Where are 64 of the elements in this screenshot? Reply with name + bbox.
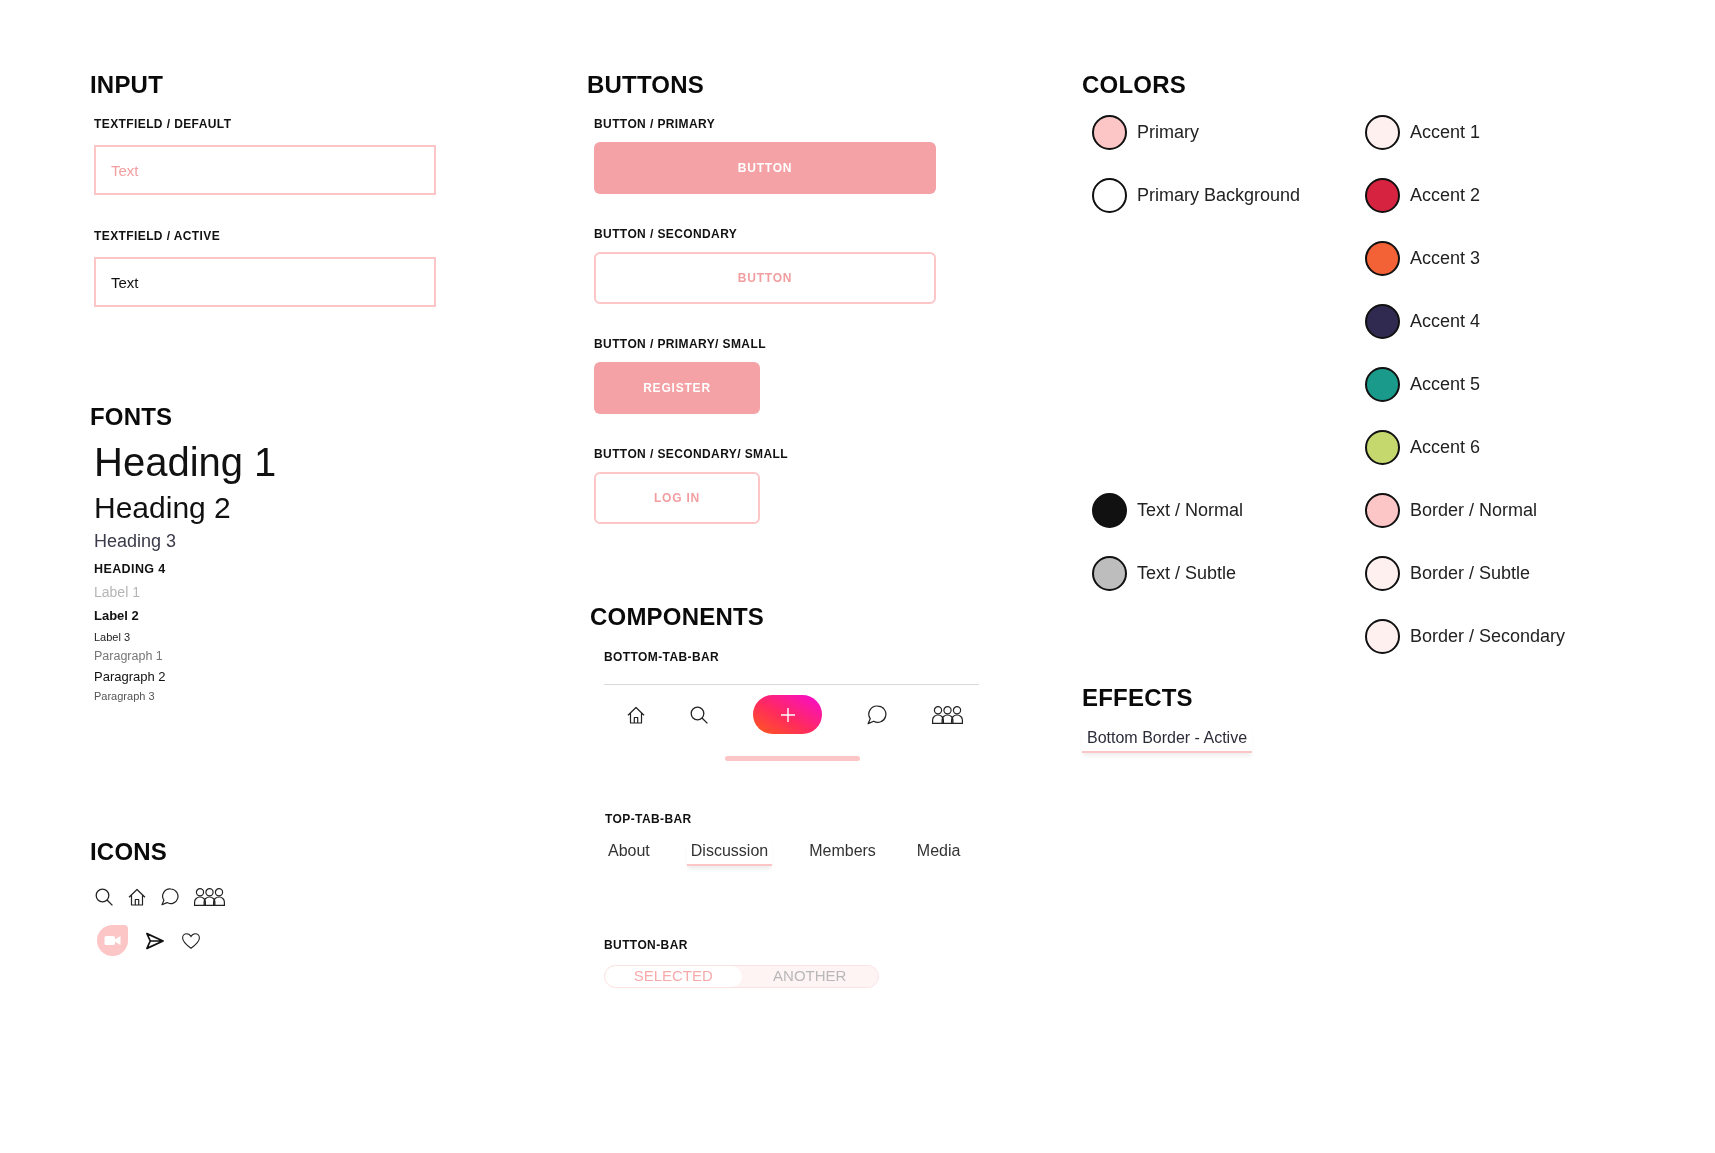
swatch-label: Accent 5 (1410, 374, 1481, 395)
search-icon (95, 888, 113, 906)
plus-icon (780, 707, 795, 722)
component-caption: BUTTON-BAR (604, 937, 688, 953)
send-icon (146, 931, 164, 950)
tab[interactable]: Discussion (686, 841, 773, 866)
section-title: EFFECTS (1082, 684, 1193, 712)
speech-bubble-icon (161, 888, 179, 906)
font-sample: Heading 3 (94, 530, 177, 552)
secondary-button[interactable]: LOG IN (594, 472, 760, 524)
field-caption: TEXTFIELD / DEFAULT (94, 116, 233, 132)
text-field[interactable]: Text (94, 145, 436, 195)
font-sample: Label 1 (94, 583, 140, 602)
section-title: COLORS (1082, 71, 1186, 99)
button-caption: BUTTON / SECONDARY (594, 226, 739, 242)
font-sample: HEADING 4 (94, 561, 166, 578)
component-caption: BOTTOM-TAB-BAR (604, 649, 720, 665)
primary-button[interactable]: REGISTER (594, 362, 760, 414)
swatch-label: Border / Secondary (1410, 626, 1566, 647)
section-title: INPUT (90, 71, 163, 99)
heart-icon (182, 931, 200, 950)
font-sample: Paragraph 2 (94, 668, 166, 686)
swatch-label: Accent 6 (1410, 437, 1481, 458)
font-sample: Label 3 (94, 630, 131, 645)
component-caption: TOP-TAB-BAR (605, 811, 692, 827)
home-icon (128, 888, 146, 906)
button-caption: BUTTON / PRIMARY (594, 116, 717, 132)
swatch-label: Accent 1 (1410, 122, 1481, 143)
font-sample: Heading 1 (94, 439, 277, 486)
swatch-label: Accent 4 (1410, 311, 1481, 332)
primary-button[interactable]: BUTTON (594, 142, 936, 194)
swatch-label: Accent 2 (1410, 185, 1481, 206)
font-sample: Paragraph 1 (94, 648, 163, 665)
segment[interactable]: SELECTED (605, 966, 742, 987)
swatch-label: Accent 3 (1410, 248, 1481, 269)
search-icon[interactable] (690, 705, 708, 724)
secondary-button[interactable]: BUTTON (594, 252, 936, 304)
tab[interactable]: Members (805, 841, 880, 866)
button-caption: BUTTON / PRIMARY/ SMALL (594, 336, 767, 352)
people-icon[interactable] (932, 705, 963, 724)
section-title: COMPONENTS (590, 603, 764, 631)
swatch-label: Border / Normal (1410, 500, 1538, 521)
swatch-label: Primary (1137, 122, 1199, 143)
video-camera-icon (97, 925, 128, 956)
home-icon[interactable] (627, 705, 645, 724)
font-sample: Heading 2 (94, 490, 231, 526)
tab[interactable]: Media (912, 841, 965, 866)
section-title: ICONS (90, 838, 167, 866)
field-caption: TEXTFIELD / ACTIVE (94, 228, 222, 244)
font-sample: Label 2 (94, 607, 139, 625)
swatch-label: Border / Subtle (1410, 563, 1531, 584)
tab[interactable]: About (604, 841, 654, 866)
swatch-label: Text / Normal (1137, 500, 1244, 521)
speech-bubble-icon[interactable] (867, 704, 887, 725)
swatch-label: Primary Background (1137, 185, 1301, 206)
font-sample: Paragraph 3 (94, 689, 155, 704)
button-caption: BUTTON / SECONDARY/ SMALL (594, 446, 789, 462)
underlined-text-sample: Bottom Border - Active (1082, 728, 1253, 753)
section-title: FONTS (90, 403, 173, 431)
swatch-label: Text / Subtle (1137, 563, 1237, 584)
add-button[interactable] (753, 695, 822, 734)
section-title: BUTTONS (587, 71, 704, 99)
text-field[interactable]: Text (94, 257, 436, 307)
people-icon (194, 888, 225, 906)
